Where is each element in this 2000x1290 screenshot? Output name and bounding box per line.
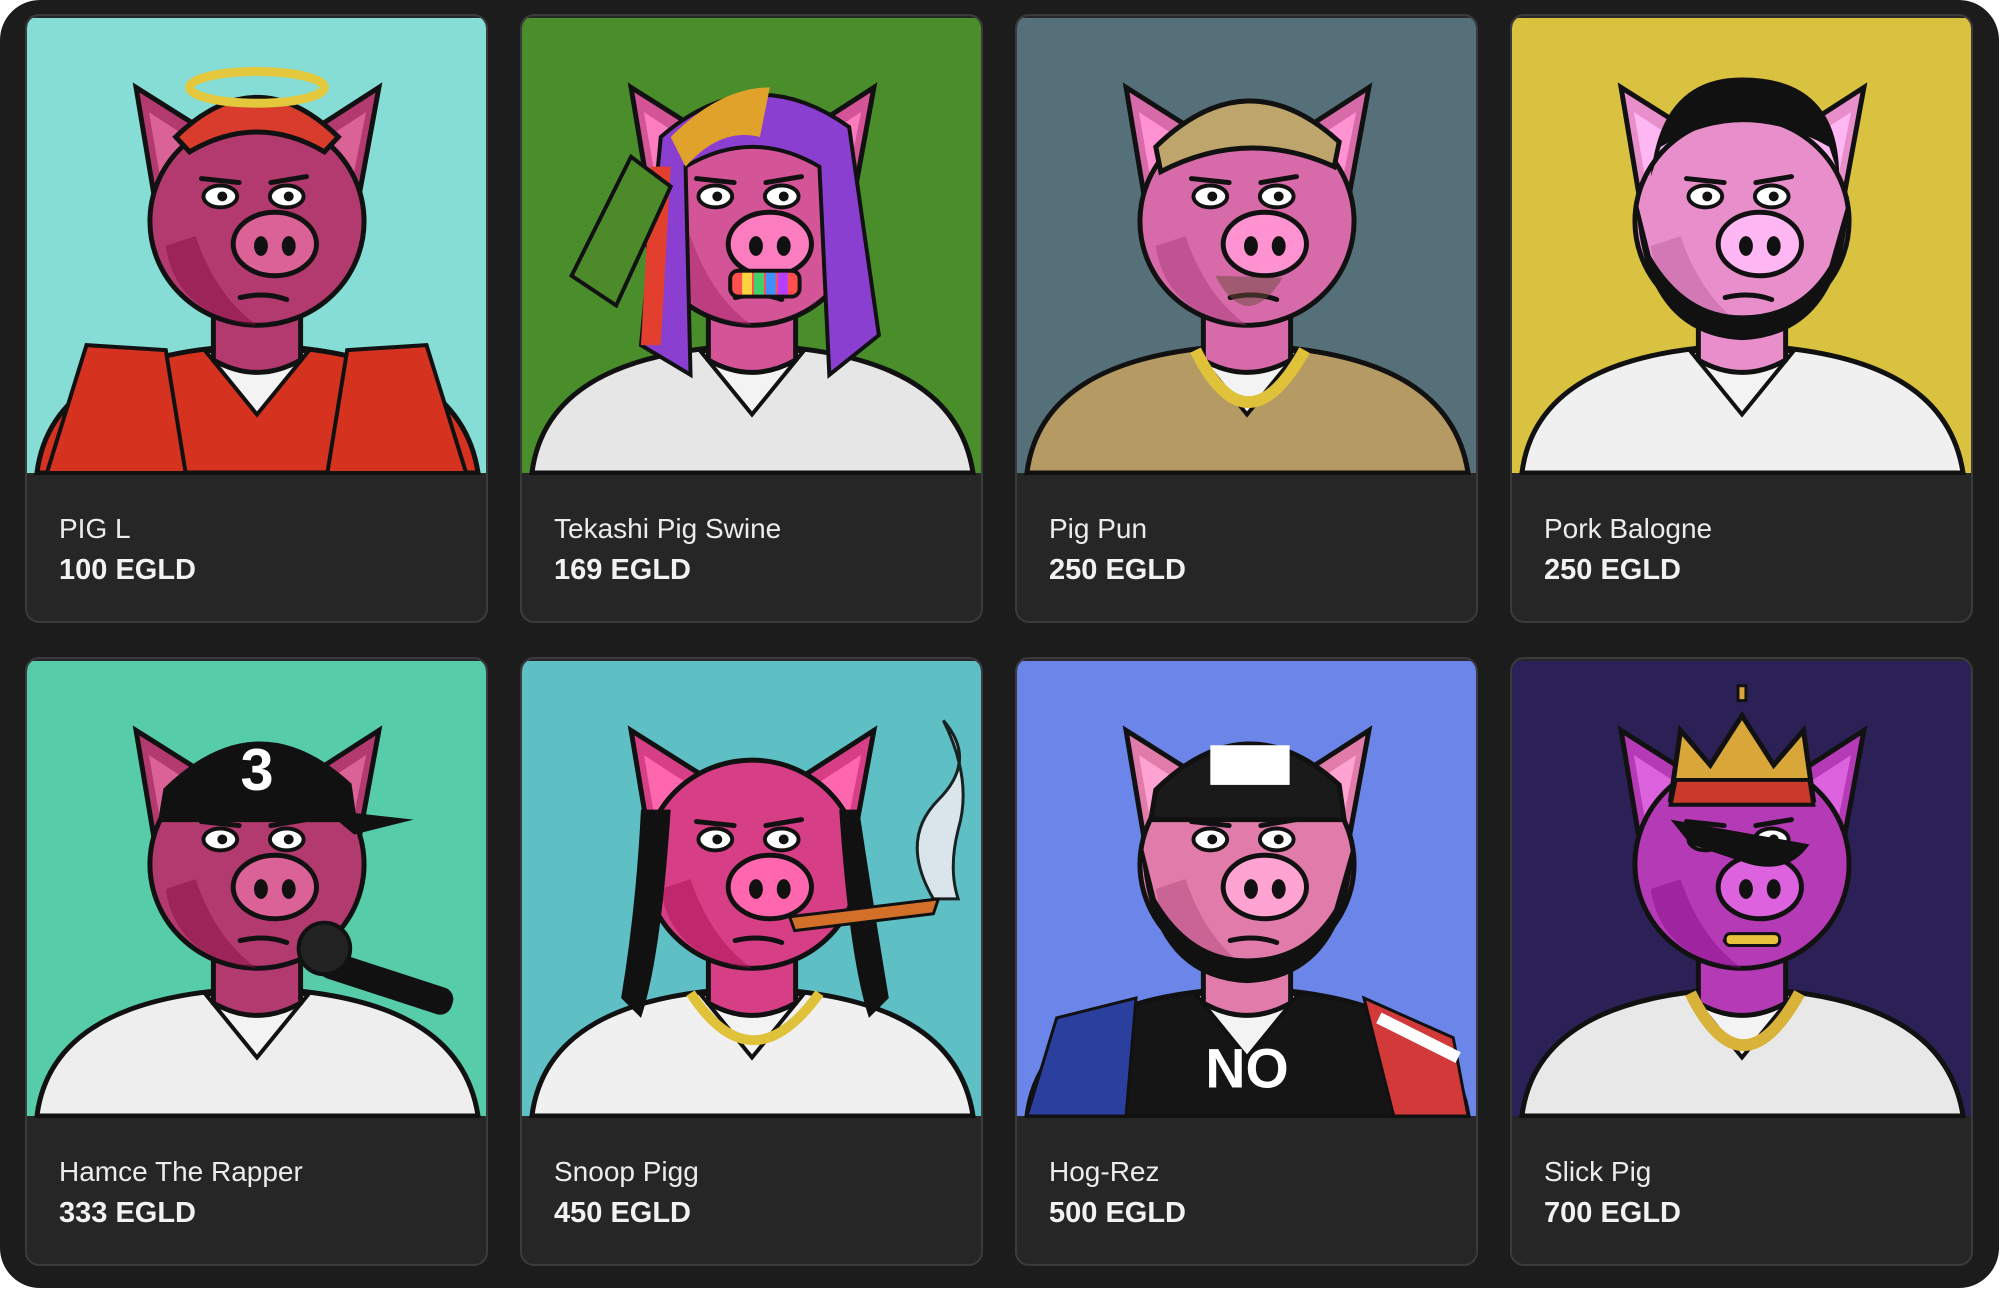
- nft-name: Slick Pig: [1544, 1156, 1652, 1187]
- nft-price: 450 EGLD: [554, 1197, 691, 1229]
- nft-card[interactable]: 3 Hamce The Rapper 333 EGLD: [25, 657, 488, 1266]
- nft-grid: PIG L 100 EGLD Tekashi Pig Swine 169 EGL…: [25, 14, 1973, 1266]
- nft-artwork: [522, 16, 981, 475]
- nft-card[interactable]: Pork Balogne 250 EGLD: [1510, 14, 1973, 623]
- pig-avatar-icon: [1512, 17, 1971, 475]
- nft-price: 100 EGLD: [59, 554, 196, 586]
- pig-avatar-icon: [522, 17, 981, 475]
- nft-card[interactable]: Slick Pig 700 EGLD: [1510, 657, 1973, 1266]
- nft-card[interactable]: NO Hog-Rez 500 EGLD: [1015, 657, 1478, 1266]
- nft-artwork: 3: [27, 659, 486, 1118]
- nft-price: 500 EGLD: [1049, 1197, 1186, 1229]
- nft-gallery-panel: PIG L 100 EGLD Tekashi Pig Swine 169 EGL…: [0, 0, 1999, 1288]
- nft-name: Hamce The Rapper: [59, 1156, 303, 1187]
- nft-card[interactable]: Snoop Pigg 450 EGLD: [520, 657, 983, 1266]
- nft-artwork: NO: [1017, 659, 1476, 1118]
- nft-name: Tekashi Pig Swine: [554, 513, 782, 544]
- nft-name: Hog-Rez: [1049, 1156, 1160, 1187]
- nft-price: 333 EGLD: [59, 1197, 196, 1229]
- nft-artwork: [1512, 16, 1971, 475]
- nft-artwork: [522, 659, 981, 1118]
- nft-artwork: [1512, 659, 1971, 1118]
- nft-name: PIG L: [59, 513, 131, 544]
- pig-avatar-icon: [1017, 17, 1476, 475]
- svg-text:NO: NO: [1205, 1037, 1288, 1099]
- nft-price: 169 EGLD: [554, 554, 691, 586]
- nft-card[interactable]: PIG L 100 EGLD: [25, 14, 488, 623]
- pig-avatar-icon: [27, 17, 486, 475]
- nft-price: 250 EGLD: [1049, 554, 1186, 586]
- pig-avatar-icon: 3: [27, 660, 486, 1118]
- pig-avatar-icon: [1512, 660, 1971, 1118]
- nft-name: Snoop Pigg: [554, 1156, 699, 1187]
- nft-price: 250 EGLD: [1544, 554, 1681, 586]
- nft-name: Pork Balogne: [1544, 513, 1713, 544]
- nft-artwork: [1017, 16, 1476, 475]
- nft-artwork: [27, 16, 486, 475]
- nft-card[interactable]: Pig Pun 250 EGLD: [1015, 14, 1478, 623]
- nft-card[interactable]: Tekashi Pig Swine 169 EGLD: [520, 14, 983, 623]
- pig-avatar-icon: NO: [1017, 660, 1476, 1118]
- svg-text:3: 3: [240, 736, 273, 803]
- nft-price: 700 EGLD: [1544, 1197, 1681, 1229]
- nft-name: Pig Pun: [1049, 513, 1148, 544]
- pig-avatar-icon: [522, 660, 981, 1118]
